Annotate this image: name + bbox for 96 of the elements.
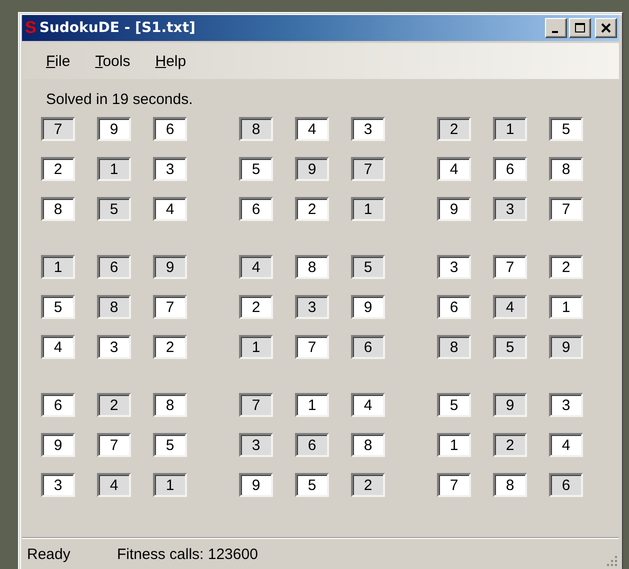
sudoku-cell[interactable]: 1 — [437, 433, 471, 457]
sudoku-cell[interactable]: 8 — [239, 117, 273, 141]
sudoku-cell[interactable]: 6 — [295, 433, 329, 457]
sudoku-cell[interactable]: 4 — [153, 197, 187, 221]
sudoku-cell[interactable]: 9 — [153, 255, 187, 279]
sudoku-cell[interactable]: 2 — [153, 335, 187, 359]
sudoku-cell[interactable]: 9 — [41, 433, 75, 457]
sudoku-cell[interactable]: 4 — [295, 117, 329, 141]
app-icon: S — [25, 18, 36, 38]
sudoku-cell[interactable]: 7 — [41, 117, 75, 141]
sudoku-cell[interactable]: 1 — [153, 473, 187, 497]
sudoku-cell[interactable]: 3 — [41, 473, 75, 497]
minimize-button[interactable] — [545, 18, 567, 38]
sudoku-cell[interactable]: 3 — [351, 117, 385, 141]
sudoku-cell[interactable]: 2 — [493, 433, 527, 457]
sudoku-cell[interactable]: 8 — [493, 473, 527, 497]
sudoku-cell[interactable]: 9 — [493, 393, 527, 417]
fitness-calls: Fitness calls: 123600 — [117, 546, 258, 562]
sudoku-cell[interactable]: 9 — [549, 335, 583, 359]
sudoku-cell[interactable]: 5 — [351, 255, 385, 279]
menu-item[interactable]: File — [46, 52, 70, 70]
sudoku-cell[interactable]: 5 — [549, 117, 583, 141]
sudoku-cell[interactable]: 2 — [351, 473, 385, 497]
minimize-icon — [552, 30, 558, 32]
sudoku-cell[interactable]: 9 — [351, 295, 385, 319]
sudoku-cell[interactable]: 5 — [295, 473, 329, 497]
sudoku-cell[interactable]: 5 — [493, 335, 527, 359]
sudoku-cell[interactable]: 8 — [351, 433, 385, 457]
sudoku-cell[interactable]: 2 — [97, 393, 131, 417]
sudoku-cell[interactable]: 6 — [97, 255, 131, 279]
sudoku-cell[interactable]: 6 — [351, 335, 385, 359]
sudoku-cell[interactable]: 8 — [153, 393, 187, 417]
sudoku-cell[interactable]: 7 — [351, 157, 385, 181]
sudoku-cell[interactable]: 2 — [549, 255, 583, 279]
sudoku-cell[interactable]: 4 — [239, 255, 273, 279]
sudoku-cell[interactable]: 3 — [97, 335, 131, 359]
sudoku-cell[interactable]: 9 — [295, 157, 329, 181]
sudoku-cell[interactable]: 5 — [97, 197, 131, 221]
sudoku-cell[interactable]: 6 — [239, 197, 273, 221]
sudoku-cell[interactable]: 1 — [549, 295, 583, 319]
sudoku-cell[interactable]: 3 — [549, 393, 583, 417]
sudoku-cell[interactable]: 1 — [239, 335, 273, 359]
sudoku-cell[interactable]: 4 — [549, 433, 583, 457]
sudoku-cell[interactable]: 9 — [97, 117, 131, 141]
sudoku-cell[interactable]: 9 — [239, 473, 273, 497]
sudoku-cell[interactable]: 1 — [97, 157, 131, 181]
sudoku-cell[interactable]: 6 — [549, 473, 583, 497]
sudoku-cell[interactable]: 1 — [295, 393, 329, 417]
sudoku-cell[interactable]: 3 — [493, 197, 527, 221]
sudoku-cell[interactable]: 2 — [437, 117, 471, 141]
sudoku-cell[interactable]: 7 — [437, 473, 471, 497]
sudoku-cell[interactable]: 3 — [153, 157, 187, 181]
sudoku-cell[interactable]: 1 — [351, 197, 385, 221]
sudoku-cell[interactable]: 5 — [41, 295, 75, 319]
status-text: Ready — [27, 546, 72, 562]
sudoku-cell[interactable]: 8 — [437, 335, 471, 359]
sudoku-cell[interactable]: 7 — [493, 255, 527, 279]
sudoku-cell[interactable]: 7 — [549, 197, 583, 221]
sudoku-cell[interactable]: 7 — [97, 433, 131, 457]
close-icon — [601, 23, 611, 33]
sudoku-cell[interactable]: 8 — [295, 255, 329, 279]
sudoku-cell[interactable]: 7 — [295, 335, 329, 359]
sudoku-cell[interactable]: 4 — [97, 473, 131, 497]
sudoku-cell[interactable]: 5 — [239, 157, 273, 181]
status-message: Solved in 19 seconds. — [46, 91, 194, 108]
sudoku-cell[interactable]: 8 — [97, 295, 131, 319]
sudoku-cell[interactable]: 3 — [295, 295, 329, 319]
sudoku-cell[interactable]: 6 — [493, 157, 527, 181]
close-button[interactable] — [595, 18, 617, 38]
maximize-icon — [575, 23, 585, 33]
sudoku-cell[interactable]: 8 — [549, 157, 583, 181]
sudoku-cell[interactable]: 1 — [41, 255, 75, 279]
sudoku-cell[interactable]: 2 — [41, 157, 75, 181]
sudoku-cell[interactable]: 7 — [153, 295, 187, 319]
sudoku-cell[interactable]: 2 — [239, 295, 273, 319]
sudoku-cell[interactable]: 8 — [41, 197, 75, 221]
maximize-button[interactable] — [569, 18, 591, 38]
sudoku-cell[interactable]: 3 — [437, 255, 471, 279]
sudoku-cell[interactable]: 3 — [239, 433, 273, 457]
sudoku-cell[interactable]: 5 — [437, 393, 471, 417]
window-title: SudokuDE - [S1.txt] — [39, 20, 196, 36]
sudoku-cell[interactable]: 5 — [153, 433, 187, 457]
sudoku-cell[interactable]: 1 — [493, 117, 527, 141]
sudoku-cell[interactable]: 6 — [437, 295, 471, 319]
sudoku-cell[interactable]: 4 — [41, 335, 75, 359]
sudoku-cell[interactable]: 4 — [437, 157, 471, 181]
resize-grip-icon — [605, 554, 617, 566]
menu-item[interactable]: Tools — [95, 52, 130, 70]
menu-item[interactable]: Help — [155, 52, 186, 70]
sudoku-cell[interactable]: 2 — [295, 197, 329, 221]
sudoku-cell[interactable]: 4 — [493, 295, 527, 319]
sudoku-cell[interactable]: 7 — [239, 393, 273, 417]
sudoku-cell[interactable]: 6 — [41, 393, 75, 417]
sudoku-cell[interactable]: 4 — [351, 393, 385, 417]
sudoku-cell[interactable]: 6 — [153, 117, 187, 141]
sudoku-cell[interactable]: 9 — [437, 197, 471, 221]
